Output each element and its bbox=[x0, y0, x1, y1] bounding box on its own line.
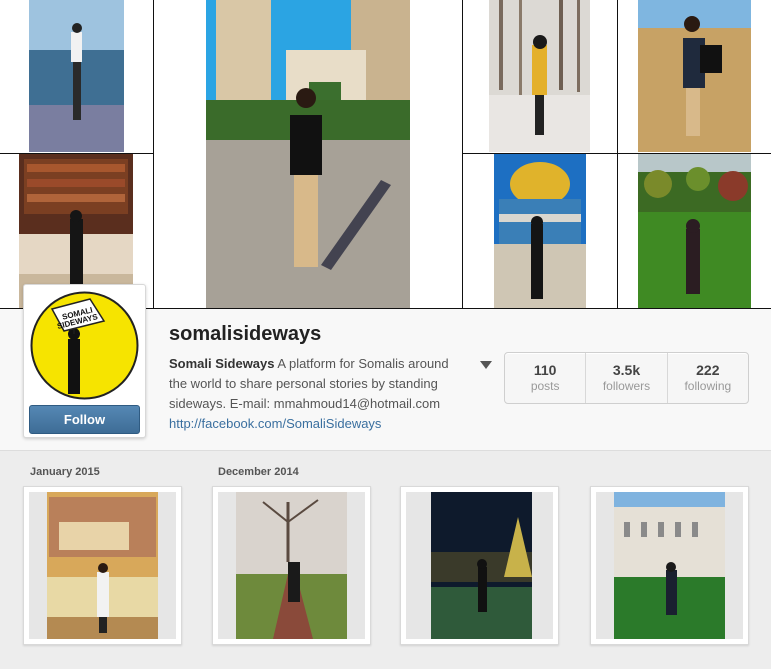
feed-post-image bbox=[406, 492, 553, 639]
caret-down-icon[interactable] bbox=[479, 357, 493, 369]
stat-followers-count: 3.5k bbox=[612, 362, 641, 378]
stat-posts[interactable]: 110 posts bbox=[505, 353, 585, 403]
feed-post-image bbox=[596, 492, 743, 639]
month-label-december-2014: December 2014 bbox=[218, 466, 299, 478]
header-photo-mosaic bbox=[0, 0, 771, 309]
mosaic-photo-beach[interactable] bbox=[29, 0, 124, 152]
feed-post-night-tree[interactable] bbox=[400, 486, 559, 645]
mosaic-photo-dome[interactable] bbox=[494, 154, 586, 309]
stat-following-count: 222 bbox=[696, 362, 720, 378]
profile-website-link[interactable]: http://facebook.com/SomaliSideways bbox=[169, 414, 469, 434]
stat-followers-label: followers bbox=[602, 379, 651, 393]
avatar[interactable]: SOMALI SIDEWAYS bbox=[30, 291, 139, 400]
follow-button[interactable]: Follow bbox=[29, 405, 140, 434]
feed-post-campus[interactable] bbox=[590, 486, 749, 645]
profile-stats: 110 posts 3.5k followers 222 following bbox=[504, 352, 749, 404]
avatar-card: SOMALI SIDEWAYS Follow bbox=[23, 284, 146, 438]
profile-username: somalisideways bbox=[169, 323, 322, 345]
stat-followers[interactable]: 3.5k followers bbox=[585, 353, 666, 403]
stat-posts-label: posts bbox=[530, 379, 560, 393]
stat-following-label: following bbox=[684, 379, 732, 393]
feed-post-interior[interactable] bbox=[23, 486, 182, 645]
stat-following[interactable]: 222 following bbox=[666, 353, 748, 403]
profile-bio: Somali Sideways A platform for Somalis a… bbox=[169, 354, 469, 434]
feed-post-image bbox=[218, 492, 365, 639]
mosaic-photo-snow[interactable] bbox=[489, 0, 590, 152]
feed-post-image bbox=[29, 492, 176, 639]
month-label-january-2015: January 2015 bbox=[30, 466, 100, 478]
stat-posts-count: 110 bbox=[533, 362, 557, 378]
mosaic-photo-desert[interactable] bbox=[638, 0, 751, 152]
mosaic-photo-arch[interactable] bbox=[206, 0, 410, 309]
mosaic-photo-park[interactable] bbox=[638, 154, 751, 309]
profile-display-name: Somali Sideways bbox=[169, 356, 275, 371]
feed-post-park-path[interactable] bbox=[212, 486, 371, 645]
